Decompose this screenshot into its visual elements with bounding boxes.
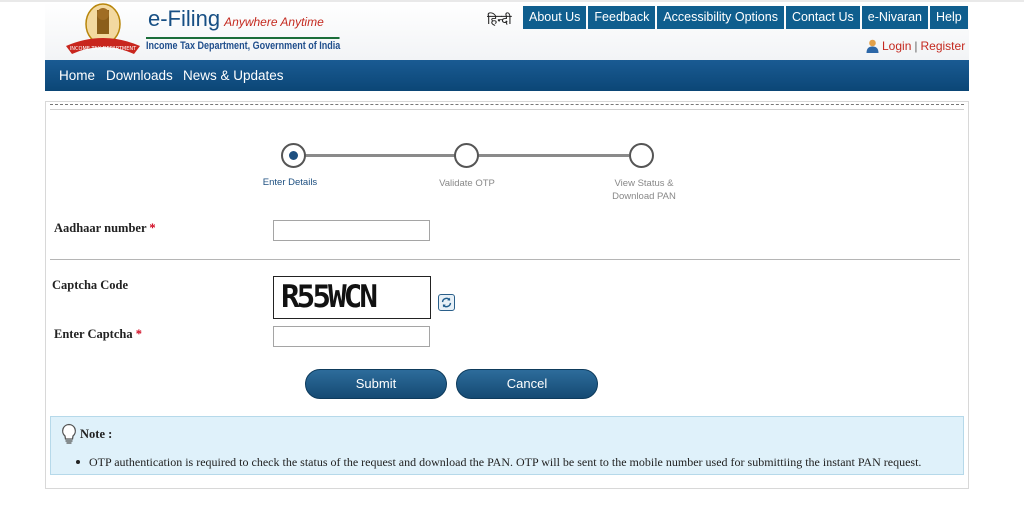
progress-connector xyxy=(477,154,629,157)
register-link[interactable]: Register xyxy=(921,39,966,53)
lightbulb-icon xyxy=(62,423,76,444)
captcha-text: R55WCN xyxy=(281,279,378,315)
top-link-feedback[interactable]: Feedback xyxy=(588,6,656,29)
step-enter-details-label: Enter Details xyxy=(262,177,318,188)
department-name: Income Tax Department, Government of Ind… xyxy=(146,37,340,52)
top-links: About Us Feedback Accessibility Options … xyxy=(523,6,968,29)
step-view-status-label-line1: View Status & xyxy=(614,178,674,189)
enter-captcha-label: Enter Captcha * xyxy=(54,327,142,342)
top-link-help[interactable]: Help xyxy=(929,6,968,29)
brand-title[interactable]: e-Filing Anywhere Anytime xyxy=(148,6,324,32)
note-bullet xyxy=(76,460,80,464)
dashed-divider xyxy=(50,104,964,105)
section-divider xyxy=(50,259,960,260)
top-divider xyxy=(50,109,964,110)
aadhaar-label-text: Aadhaar number xyxy=(54,221,147,235)
note-item: OTP authentication is required to check … xyxy=(89,455,922,469)
step-enter-details-indicator xyxy=(281,143,306,168)
captcha-code-label: Captcha Code xyxy=(52,278,129,292)
emblem-logo[interactable]: INCOME TAX DEPARTMENT xyxy=(64,2,142,57)
captcha-image: R55WCN xyxy=(273,276,431,319)
main-nav: Home Downloads News & Updates xyxy=(45,60,969,91)
nav-item-downloads[interactable]: Downloads xyxy=(106,68,173,83)
required-mark: * xyxy=(135,327,142,341)
step-view-status-label: View Status & Download PAN xyxy=(594,177,694,203)
nav-item-home[interactable]: Home xyxy=(59,68,95,83)
aadhaar-label: Aadhaar number * xyxy=(54,221,156,236)
brand-name: e-Filing xyxy=(148,6,221,31)
aadhaar-number-input[interactable] xyxy=(273,220,430,241)
step-view-status-label-line2: Download PAN xyxy=(612,191,676,202)
hindi-language-link[interactable]: हिन्दी xyxy=(487,10,512,28)
login-separator: | xyxy=(914,39,918,53)
step-view-status-indicator xyxy=(629,143,654,168)
brand-tagline: Anywhere Anytime xyxy=(224,15,324,29)
top-link-e-nivaran[interactable]: e-Nivaran xyxy=(861,6,928,29)
top-link-about-us[interactable]: About Us xyxy=(523,6,587,29)
user-icon xyxy=(866,39,879,53)
submit-button[interactable]: Submit xyxy=(305,369,447,399)
note-title: Note : xyxy=(80,427,113,441)
enter-captcha-label-text: Enter Captcha xyxy=(54,327,133,341)
nav-item-news-updates[interactable]: News & Updates xyxy=(183,68,284,83)
top-link-accessibility-options[interactable]: Accessibility Options xyxy=(657,6,784,29)
top-link-contact-us[interactable]: Contact Us xyxy=(785,6,860,29)
cancel-button[interactable]: Cancel xyxy=(456,369,598,399)
progress-connector xyxy=(305,154,455,157)
enter-captcha-input[interactable] xyxy=(273,326,430,347)
required-mark: * xyxy=(149,221,156,235)
step-validate-otp-label: Validate OTP xyxy=(439,178,495,189)
login-register: Login | Register xyxy=(866,39,965,53)
note-box: Note : OTP authentication is required to… xyxy=(50,416,964,475)
svg-text:INCOME TAX DEPARTMENT: INCOME TAX DEPARTMENT xyxy=(70,46,137,52)
refresh-captcha-icon[interactable] xyxy=(438,294,455,311)
login-link[interactable]: Login xyxy=(882,39,911,53)
step-validate-otp-indicator xyxy=(454,143,479,168)
